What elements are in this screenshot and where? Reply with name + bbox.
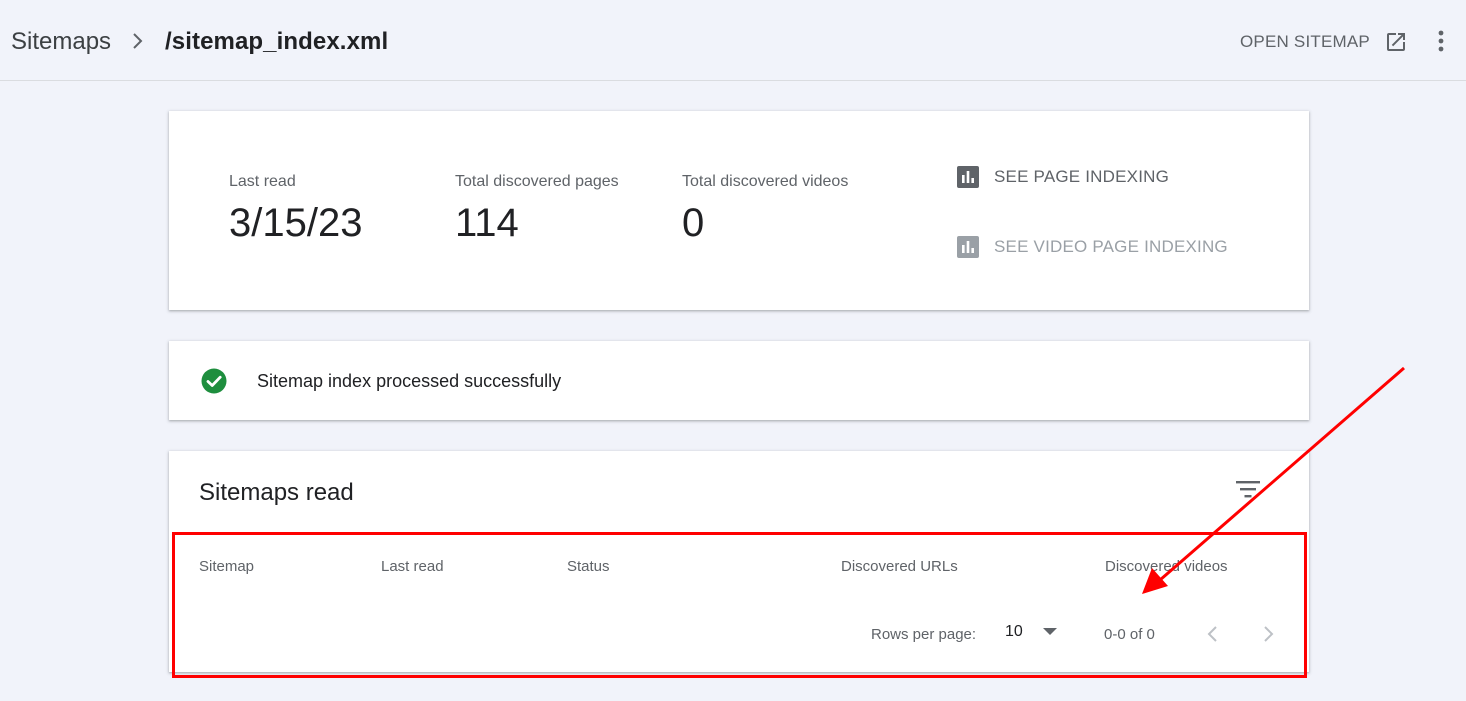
- filter-list-icon[interactable]: [1235, 478, 1261, 500]
- status-message: Sitemap index processed successfully: [257, 370, 562, 391]
- bar-chart-icon: [957, 236, 979, 258]
- see-video-page-indexing-link[interactable]: SEE VIDEO PAGE INDEXING: [956, 235, 1228, 259]
- rows-per-page-value: 10: [1005, 623, 1023, 640]
- breadcrumb-sitemaps[interactable]: Sitemaps: [11, 28, 111, 56]
- see-video-page-indexing-label: SEE VIDEO PAGE INDEXING: [994, 237, 1228, 256]
- column-header-sitemap[interactable]: Sitemap: [199, 558, 254, 575]
- pagination-range: 0-0 of 0: [1104, 626, 1155, 643]
- column-header-status[interactable]: Status: [567, 558, 610, 575]
- column-header-last-read[interactable]: Last read: [381, 558, 444, 575]
- dropdown-arrow-icon: [1042, 628, 1057, 635]
- chevron-right-icon: [133, 33, 143, 49]
- more-vert-icon[interactable]: [1430, 28, 1452, 54]
- sitemaps-read-card: Sitemaps read Sitemap Last read Status D…: [169, 451, 1309, 672]
- column-header-discovered-urls[interactable]: Discovered URLs: [841, 558, 958, 575]
- last-read-label: Last read: [229, 173, 296, 190]
- see-page-indexing-label: SEE PAGE INDEXING: [994, 167, 1170, 186]
- page-title: /sitemap_index.xml: [165, 28, 389, 55]
- discovered-pages-stat: Total discovered pages 114: [455, 173, 619, 246]
- see-page-indexing-link[interactable]: SEE PAGE INDEXING: [956, 165, 1169, 189]
- discovered-videos-stat: Total discovered videos 0: [682, 173, 848, 246]
- status-card: Sitemap index processed successfully: [169, 341, 1309, 420]
- last-read-value: 3/15/23: [229, 201, 363, 245]
- check-circle-icon: [201, 368, 227, 394]
- last-read-stat: Last read 3/15/23: [229, 173, 362, 246]
- open-sitemap-button[interactable]: OPEN SITEMAP: [1240, 28, 1408, 56]
- rows-per-page-select[interactable]: 10: [1005, 623, 1057, 641]
- summary-card: Last read 3/15/23 Total discovered pages…: [169, 111, 1309, 310]
- discovered-pages-value: 114: [455, 201, 519, 245]
- chevron-left-icon[interactable]: [1205, 624, 1221, 644]
- top-bar: Sitemaps /sitemap_index.xml OPEN SITEMAP: [0, 0, 1466, 81]
- table-title: Sitemaps read: [199, 479, 354, 506]
- chevron-right-icon[interactable]: [1260, 624, 1276, 644]
- discovered-videos-label: Total discovered videos: [682, 173, 849, 190]
- open-in-new-icon: [1386, 33, 1405, 51]
- open-sitemap-label: OPEN SITEMAP: [1240, 32, 1370, 51]
- discovered-videos-value: 0: [682, 201, 705, 245]
- discovered-pages-label: Total discovered pages: [455, 173, 619, 190]
- column-header-discovered-videos[interactable]: Discovered videos: [1105, 558, 1228, 575]
- bar-chart-icon: [957, 166, 979, 188]
- rows-per-page-label: Rows per page:: [871, 626, 977, 643]
